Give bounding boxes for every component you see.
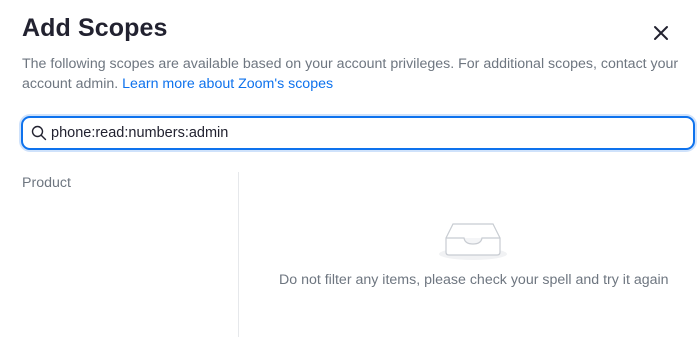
dialog-description: The following scopes are available based… bbox=[22, 55, 682, 94]
add-scopes-dialog: Add Scopes The following scopes are avai… bbox=[0, 0, 700, 338]
dialog-title: Add Scopes bbox=[22, 14, 168, 42]
search-box[interactable] bbox=[21, 116, 695, 150]
empty-tray-icon bbox=[439, 223, 507, 260]
description-text: The following scopes are available based… bbox=[22, 56, 679, 92]
empty-state-message: Do not filter any items, please check yo… bbox=[279, 272, 669, 288]
close-icon bbox=[654, 26, 668, 40]
learn-more-link[interactable]: Learn more about Zoom's scopes bbox=[122, 76, 333, 92]
sidebar-item-product[interactable]: Product bbox=[22, 175, 71, 191]
vertical-divider bbox=[238, 172, 239, 337]
search-icon bbox=[31, 125, 47, 141]
search-input[interactable] bbox=[51, 120, 681, 146]
close-button[interactable] bbox=[650, 22, 672, 44]
